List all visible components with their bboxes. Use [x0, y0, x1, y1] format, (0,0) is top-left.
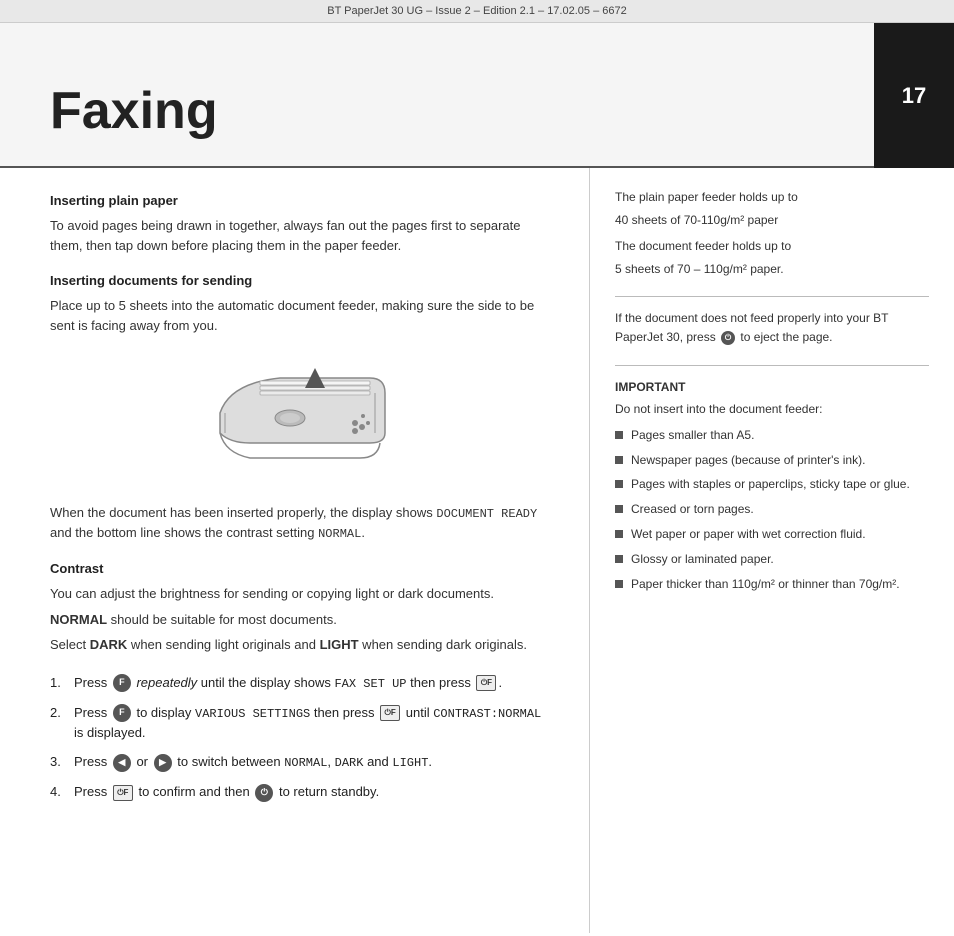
list-item-3-text: Creased or torn pages.: [631, 501, 754, 518]
list-item-1: Newspaper pages (because of printer's in…: [615, 452, 929, 469]
list-item-2-text: Pages with staples or paperclips, sticky…: [631, 476, 910, 493]
feeder-capacity-note: The plain paper feeder holds up to 40 sh…: [615, 188, 929, 278]
capacity-line2: 40 sheets of 70-110g/m² paper: [615, 211, 929, 230]
right-separator-1: [615, 296, 929, 297]
list-item-0-text: Pages smaller than A5.: [631, 427, 754, 444]
list-item-4-text: Wet paper or paper with wet correction f…: [631, 526, 866, 543]
section-inserting-docs: Inserting documents for sending Place up…: [50, 273, 549, 335]
list-item-0: Pages smaller than A5.: [615, 427, 929, 444]
capacity-line4: 5 sheets of 70 – 110g/m² paper.: [615, 260, 929, 279]
select-label: Select: [50, 637, 90, 652]
eject-line: If the document does not feed properly i…: [615, 309, 929, 346]
page-title: Faxing: [50, 81, 218, 156]
step-3: 3. Press ◀ or ▶ to switch between NORMAL…: [50, 752, 549, 772]
bullet-icon-2: [615, 480, 623, 488]
section-inserting-docs-body: Place up to 5 sheets into the automatic …: [50, 296, 549, 335]
eject-note: If the document does not feed properly i…: [615, 309, 929, 346]
step-2: 2. Press F to display VARIOUS SETTINGS t…: [50, 703, 549, 743]
section-contrast-body: You can adjust the brightness for sendin…: [50, 584, 549, 655]
list-item-5-text: Glossy or laminated paper.: [631, 551, 774, 568]
list-item-5: Glossy or laminated paper.: [615, 551, 929, 568]
step1-content: Press F repeatedly until the display sho…: [74, 673, 502, 693]
bullet-icon-1: [615, 456, 623, 464]
normal-bold: NORMAL: [50, 612, 107, 627]
ok-key-2: ⏻F: [380, 705, 400, 721]
document-feeder-image: [200, 353, 400, 483]
bullet-icon-5: [615, 555, 623, 563]
important-section: IMPORTANT Do not insert into the documen…: [615, 378, 929, 593]
step-1: 1. Press F repeatedly until the display …: [50, 673, 549, 693]
light-bold: LIGHT: [320, 637, 359, 652]
list-item-6: Paper thicker than 110g/m² or thinner th…: [615, 576, 929, 593]
important-subheader: Do not insert into the document feeder:: [615, 400, 929, 419]
list-item-3: Creased or torn pages.: [615, 501, 929, 518]
step4-content: Press ⏻F to confirm and then ⏻ to return…: [74, 782, 379, 802]
contrast-line1: You can adjust the brightness for sendin…: [50, 584, 549, 604]
section-contrast: Contrast You can adjust the brightness f…: [50, 561, 549, 655]
header-text: BT PaperJet 30 UG – Issue 2 – Edition 2.…: [327, 5, 626, 17]
contrast-normal-line: NORMAL should be suitable for most docum…: [50, 610, 549, 630]
dark-bold: DARK: [90, 637, 128, 652]
right-separator-2: [615, 365, 929, 366]
main-content: Inserting plain paper To avoid pages bei…: [0, 168, 954, 933]
confirm-key: ⏻F: [113, 785, 133, 801]
steps-list: 1. Press F repeatedly until the display …: [50, 673, 549, 802]
after-code1: and the bottom line shows the contrast s…: [50, 525, 318, 540]
bullet-icon-3: [615, 505, 623, 513]
after-image-pre: When the document has been inserted prop…: [50, 505, 436, 520]
section-contrast-title: Contrast: [50, 561, 549, 576]
right-arrow-key: ▶: [154, 754, 172, 772]
eject-line4: the page.: [782, 330, 832, 344]
contrast-normal-suffix: should be suitable for most documents.: [107, 612, 337, 627]
eject-key-icon: ⏻: [721, 331, 735, 345]
standby-key: ⏻: [255, 784, 273, 802]
list-item-4: Wet paper or paper with wet correction f…: [615, 526, 929, 543]
top-bar: BT PaperJet 30 UG – Issue 2 – Edition 2.…: [0, 0, 954, 23]
bullet-icon-4: [615, 530, 623, 538]
code-normal: NORMAL: [318, 527, 361, 541]
bullet-icon-0: [615, 431, 623, 439]
dark-suffix: when sending light originals and: [127, 637, 319, 652]
section-inserting-docs-title: Inserting documents for sending: [50, 273, 549, 288]
page-number: 17: [874, 23, 954, 168]
after-image-text: When the document has been inserted prop…: [50, 503, 549, 543]
f-key-1: F: [113, 674, 131, 692]
f-key-2: F: [113, 704, 131, 722]
ok-key-1: ⏻F: [476, 675, 496, 691]
section-plain-paper-title: Inserting plain paper: [50, 193, 549, 208]
eject-line3: to eject: [740, 330, 779, 344]
title-area: Faxing 17: [0, 23, 954, 168]
step2-content: Press F to display VARIOUS SETTINGS then…: [74, 703, 549, 743]
eject-pre: If the document does not feed properly: [615, 311, 820, 325]
step-4: 4. Press ⏻F to confirm and then ⏻ to ret…: [50, 782, 549, 802]
contrast-dark-light-line: Select DARK when sending light originals…: [50, 635, 549, 655]
list-item-1-text: Newspaper pages (because of printer's in…: [631, 452, 865, 469]
important-list: Pages smaller than A5. Newspaper pages (…: [615, 427, 929, 593]
list-item-6-text: Paper thicker than 110g/m² or thinner th…: [631, 576, 900, 593]
section-plain-paper-body: To avoid pages being drawn in together, …: [50, 216, 549, 255]
after-code2: .: [361, 525, 365, 540]
section-plain-paper: Inserting plain paper To avoid pages bei…: [50, 193, 549, 255]
step3-content: Press ◀ or ▶ to switch between NORMAL, D…: [74, 752, 432, 772]
capacity-line3: The document feeder holds up to: [615, 237, 929, 256]
left-arrow-key: ◀: [113, 754, 131, 772]
right-column: The plain paper feeder holds up to 40 sh…: [590, 168, 954, 933]
left-column: Inserting plain paper To avoid pages bei…: [0, 168, 590, 933]
code-document-ready: DOCUMENT READY: [436, 507, 537, 521]
important-header: IMPORTANT: [615, 378, 929, 397]
capacity-line1: The plain paper feeder holds up to: [615, 188, 929, 207]
bullet-icon-6: [615, 580, 623, 588]
list-item-2: Pages with staples or paperclips, sticky…: [615, 476, 929, 493]
light-suffix: when sending dark originals.: [359, 637, 527, 652]
